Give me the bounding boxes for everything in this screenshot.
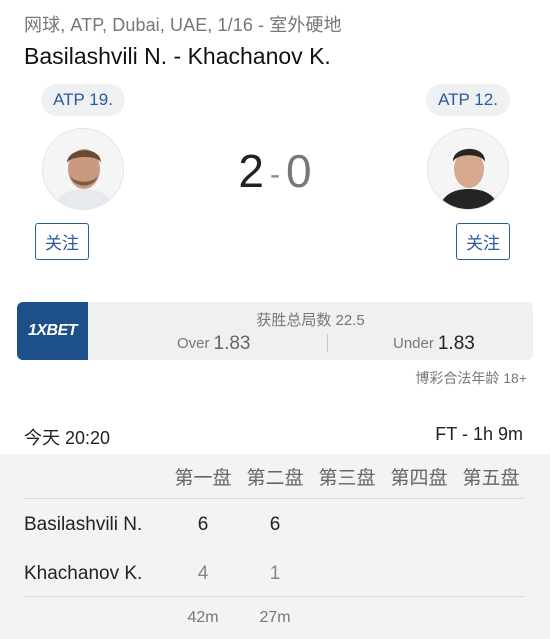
home-follow-button[interactable]: 关注 bbox=[35, 223, 89, 260]
match-title: Basilashvili N. - Khachanov K. bbox=[24, 43, 331, 69]
legal-age-note: 博彩合法年龄 18+ bbox=[415, 370, 527, 386]
set-2-duration: 27m bbox=[259, 609, 291, 626]
odds-divider bbox=[327, 334, 328, 352]
away-player-avatar[interactable] bbox=[427, 128, 509, 210]
home-set-2-score: 6 bbox=[269, 514, 281, 535]
match-score: 2-0 bbox=[228, 144, 322, 198]
odds-under[interactable]: Under 1.83 bbox=[393, 332, 475, 354]
divider bbox=[24, 596, 524, 597]
home-score: 2 bbox=[238, 145, 264, 197]
breadcrumb: 网球, ATP, Dubai, UAE, 1/16 - 室外硬地 bbox=[24, 15, 342, 35]
player-photo-icon bbox=[43, 129, 123, 209]
away-row-name: Khachanov K. bbox=[24, 563, 143, 584]
away-set-2-score: 1 bbox=[269, 563, 281, 584]
away-score: 0 bbox=[286, 145, 312, 197]
odds-over[interactable]: Over 1.83 bbox=[177, 332, 251, 354]
set-4-header: 第四盘 bbox=[390, 468, 448, 489]
set-1-duration: 42m bbox=[187, 609, 219, 626]
divider bbox=[24, 498, 524, 499]
match-status: FT - 1h 9m bbox=[435, 424, 523, 444]
odds-card[interactable]: 1XBET 获胜总局数 22.5 Over 1.83 Under 1.83 bbox=[17, 302, 533, 360]
away-set-1-score: 4 bbox=[197, 563, 209, 584]
match-start-time: 今天 20:20 bbox=[24, 428, 111, 448]
set-1-header: 第一盘 bbox=[174, 468, 232, 489]
home-player: ATP 19. 关注 bbox=[28, 84, 138, 260]
set-5-header: 第五盘 bbox=[462, 468, 520, 489]
home-rank-badge[interactable]: ATP 19. bbox=[41, 84, 125, 116]
away-rank-badge[interactable]: ATP 12. bbox=[426, 84, 510, 116]
set-scores-table: 第一盘 第二盘 第三盘 第四盘 第五盘 Basilashvili N. 6 6 … bbox=[0, 454, 550, 639]
set-3-header: 第三盘 bbox=[318, 468, 376, 489]
home-row-name: Basilashvili N. bbox=[24, 514, 143, 535]
score-separator: - bbox=[270, 157, 280, 191]
bookmaker-logo[interactable]: 1XBET bbox=[17, 302, 88, 360]
home-set-1-score: 6 bbox=[197, 514, 209, 535]
away-follow-button[interactable]: 关注 bbox=[456, 223, 510, 260]
odds-market-label: 获胜总局数 22.5 bbox=[256, 312, 365, 329]
set-2-header: 第二盘 bbox=[246, 468, 304, 489]
away-player: ATP 12. 关注 bbox=[413, 84, 523, 260]
player-photo-icon bbox=[428, 129, 508, 209]
home-player-avatar[interactable] bbox=[42, 128, 124, 210]
